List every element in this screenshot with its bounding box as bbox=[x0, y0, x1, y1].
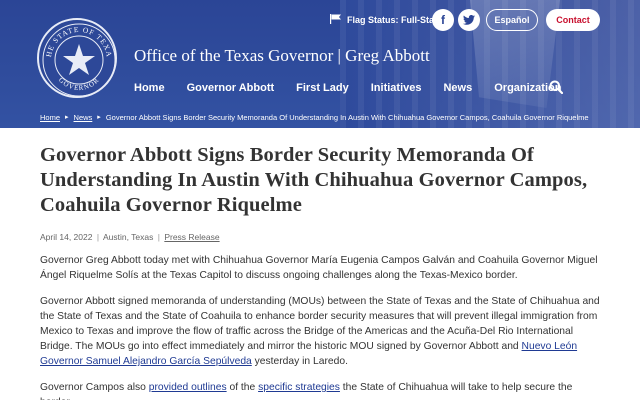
article-paragraph-2: Governor Abbott signed memoranda of unde… bbox=[40, 294, 600, 369]
nav-item-initiatives[interactable]: Initiatives bbox=[371, 82, 422, 94]
nav-item-home[interactable]: Home bbox=[134, 82, 165, 94]
paragraph-text: Governor Campos also bbox=[40, 382, 149, 393]
paragraph-text: yesterday in Laredo. bbox=[251, 356, 348, 367]
flag-status-label: Flag Status: Full-Staff bbox=[347, 15, 440, 25]
flag-icon bbox=[330, 14, 342, 26]
meta-separator: | bbox=[96, 232, 100, 242]
article-type-link[interactable]: Press Release bbox=[164, 232, 219, 242]
breadcrumb-news[interactable]: News bbox=[74, 113, 93, 122]
main-nav: Home Governor Abbott First Lady Initiati… bbox=[134, 80, 583, 96]
nav-item-first-lady[interactable]: First Lady bbox=[296, 82, 349, 94]
article-location: Austin, Texas bbox=[102, 232, 154, 242]
site-title[interactable]: Office of the Texas Governor | Greg Abbo… bbox=[134, 46, 430, 66]
facebook-icon[interactable]: f bbox=[432, 9, 454, 31]
article-paragraph-3: Governor Campos also provided outlines o… bbox=[40, 380, 600, 400]
texas-seal-logo[interactable]: THE STATE OF TEXAS GOVERNOR bbox=[37, 18, 117, 98]
article-paragraph-1: Governor Greg Abbott today met with Chih… bbox=[40, 255, 598, 281]
provided-outlines-link[interactable]: provided outlines bbox=[149, 382, 227, 393]
article-meta: April 14, 2022 | Austin, Texas | Press R… bbox=[40, 232, 600, 242]
breadcrumb-current: Governor Abbott Signs Border Security Me… bbox=[105, 112, 589, 122]
article-date: April 14, 2022 bbox=[40, 232, 93, 242]
contact-button[interactable]: Contact bbox=[546, 9, 600, 31]
breadcrumb: Home ▸ News ▸ Governor Abbott Signs Bord… bbox=[0, 108, 640, 126]
twitter-icon[interactable] bbox=[458, 9, 480, 31]
meta-separator: | bbox=[157, 232, 160, 242]
chevron-right-icon: ▸ bbox=[65, 114, 69, 121]
flag-status[interactable]: Flag Status: Full-Staff bbox=[330, 9, 440, 31]
nav-item-news[interactable]: News bbox=[443, 82, 472, 94]
chevron-right-icon: ▸ bbox=[97, 114, 101, 121]
article: Governor Abbott Signs Border Security Me… bbox=[40, 143, 600, 400]
specific-strategies-link[interactable]: specific strategies bbox=[258, 382, 340, 393]
nav-item-governor-abbott[interactable]: Governor Abbott bbox=[187, 82, 275, 94]
search-icon[interactable] bbox=[549, 80, 564, 99]
espanol-button[interactable]: Español bbox=[486, 9, 538, 31]
article-headline: Governor Abbott Signs Border Security Me… bbox=[40, 144, 588, 216]
paragraph-text: of the bbox=[226, 382, 259, 393]
paragraph-text: Governor Abbott signed memoranda of unde… bbox=[40, 296, 600, 352]
breadcrumb-home[interactable]: Home bbox=[40, 113, 60, 122]
